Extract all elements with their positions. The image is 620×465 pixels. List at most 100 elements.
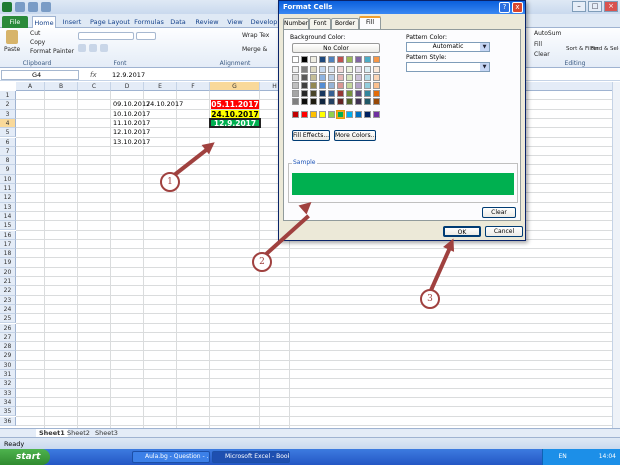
cut-button[interactable]: Cut <box>30 30 40 37</box>
cell-d5[interactable]: 12.10.2017 <box>111 128 150 136</box>
taskbar-item-browser[interactable]: Aula.bg - Question - ... <box>132 451 210 463</box>
row-header-9[interactable]: 9 <box>0 165 16 175</box>
tab-developer[interactable]: Develop <box>250 16 278 28</box>
tab-home[interactable]: Home <box>32 16 56 28</box>
color-swatch[interactable] <box>337 82 344 89</box>
color-swatch[interactable] <box>319 90 326 97</box>
column-header-e[interactable]: E <box>144 82 177 91</box>
color-swatch[interactable] <box>292 56 299 63</box>
row-header-8[interactable]: 8 <box>0 156 16 166</box>
color-swatch[interactable] <box>373 111 380 118</box>
underline-icon[interactable] <box>100 44 108 52</box>
color-swatch[interactable] <box>355 66 362 73</box>
color-swatch[interactable] <box>346 74 353 81</box>
row-header-21[interactable]: 21 <box>0 277 16 287</box>
color-swatch[interactable] <box>319 56 326 63</box>
color-swatch[interactable] <box>373 74 380 81</box>
color-swatch[interactable] <box>364 111 371 118</box>
row-header-34[interactable]: 34 <box>0 397 16 408</box>
autosum-button[interactable]: AutoSum <box>534 30 561 37</box>
font-size-dropdown[interactable] <box>136 32 156 40</box>
help-button[interactable]: ? <box>499 2 510 13</box>
row-header-6[interactable]: 6 <box>0 137 16 147</box>
color-swatch[interactable] <box>328 74 335 81</box>
paste-label[interactable]: Paste <box>4 46 20 53</box>
column-header-f[interactable]: F <box>177 82 210 91</box>
name-box[interactable]: G4 <box>1 70 79 80</box>
color-swatch[interactable] <box>292 66 299 73</box>
row-header-3[interactable]: 3 <box>0 109 16 119</box>
color-swatch[interactable] <box>301 98 308 105</box>
formula-input[interactable]: 12.9.2017 <box>112 70 145 80</box>
close-button[interactable]: × <box>604 1 618 12</box>
tab-page-layout[interactable]: Page Layout <box>88 16 132 28</box>
row-header-35[interactable]: 35 <box>0 407 16 417</box>
row-header-36[interactable]: 36 <box>0 416 16 426</box>
color-swatch[interactable] <box>301 111 308 118</box>
tab-insert[interactable]: Insert <box>60 16 84 28</box>
cell-g3[interactable]: 24.10.2017 <box>211 109 259 119</box>
tab-file[interactable]: File <box>2 16 28 28</box>
color-swatch[interactable] <box>373 56 380 63</box>
color-swatch[interactable] <box>337 90 344 97</box>
ok-button[interactable]: OK <box>443 226 481 237</box>
minimize-button[interactable]: – <box>572 1 586 12</box>
clear-button[interactable]: Clear <box>534 51 550 58</box>
pattern-style-dropdown[interactable]: ▼ <box>406 62 490 72</box>
color-swatch[interactable] <box>319 66 326 73</box>
row-header-25[interactable]: 25 <box>0 314 16 324</box>
color-swatch[interactable] <box>346 90 353 97</box>
row-header-26[interactable]: 26 <box>0 323 16 333</box>
pattern-color-dropdown[interactable]: Automatic ▼ <box>406 42 490 52</box>
cancel-button[interactable]: Cancel <box>485 226 523 237</box>
color-swatch[interactable] <box>328 56 335 63</box>
color-swatch[interactable] <box>319 74 326 81</box>
row-header-27[interactable]: 27 <box>0 332 16 343</box>
color-swatch[interactable] <box>328 90 335 97</box>
tab-view[interactable]: View <box>224 16 246 28</box>
color-swatch[interactable] <box>328 66 335 73</box>
row-header-15[interactable]: 15 <box>0 221 16 231</box>
color-swatch[interactable] <box>355 56 362 63</box>
color-swatch[interactable] <box>292 98 299 105</box>
more-colors-button[interactable]: More Colors... <box>334 130 376 141</box>
row-header-32[interactable]: 32 <box>0 379 16 389</box>
color-swatch[interactable] <box>346 111 353 118</box>
color-swatch[interactable] <box>301 66 308 73</box>
cell-d6[interactable]: 13.10.2017 <box>111 138 150 146</box>
color-swatch[interactable] <box>336 110 345 119</box>
color-swatch[interactable] <box>355 98 362 105</box>
column-header-b[interactable]: B <box>45 82 78 91</box>
save-icon[interactable] <box>15 2 25 12</box>
row-header-10[interactable]: 10 <box>0 174 16 184</box>
column-header-g[interactable]: G <box>210 82 260 91</box>
start-button[interactable]: start <box>0 449 50 465</box>
color-swatch[interactable] <box>337 74 344 81</box>
maximize-button[interactable]: □ <box>588 1 602 12</box>
color-swatch[interactable] <box>310 74 317 81</box>
merge-button[interactable]: Merge & <box>242 46 267 53</box>
tab-fill[interactable]: Fill <box>359 16 381 30</box>
color-swatch[interactable] <box>346 56 353 63</box>
row-header-22[interactable]: 22 <box>0 286 16 296</box>
color-swatch[interactable] <box>337 56 344 63</box>
color-swatch[interactable] <box>373 82 380 89</box>
color-swatch[interactable] <box>328 98 335 105</box>
tab-number[interactable]: Number <box>283 18 309 29</box>
paste-icon[interactable] <box>6 30 18 44</box>
row-header-24[interactable]: 24 <box>0 304 16 315</box>
tab-review[interactable]: Review <box>193 16 221 28</box>
find-select-button[interactable]: Find & Select <box>591 46 619 52</box>
color-swatch[interactable] <box>364 74 371 81</box>
color-swatch[interactable] <box>364 82 371 89</box>
row-header-31[interactable]: 31 <box>0 370 16 380</box>
vertical-scrollbar[interactable] <box>612 82 620 428</box>
row-header-14[interactable]: 14 <box>0 211 16 222</box>
cell-d2[interactable]: 09.10.2017 <box>111 100 150 108</box>
cell-d3[interactable]: 10.10.2017 <box>111 110 150 118</box>
copy-button[interactable]: Copy <box>30 39 45 46</box>
color-swatch[interactable] <box>364 98 371 105</box>
color-swatch[interactable] <box>301 82 308 89</box>
color-swatch[interactable] <box>310 56 317 63</box>
row-header-12[interactable]: 12 <box>0 193 16 203</box>
